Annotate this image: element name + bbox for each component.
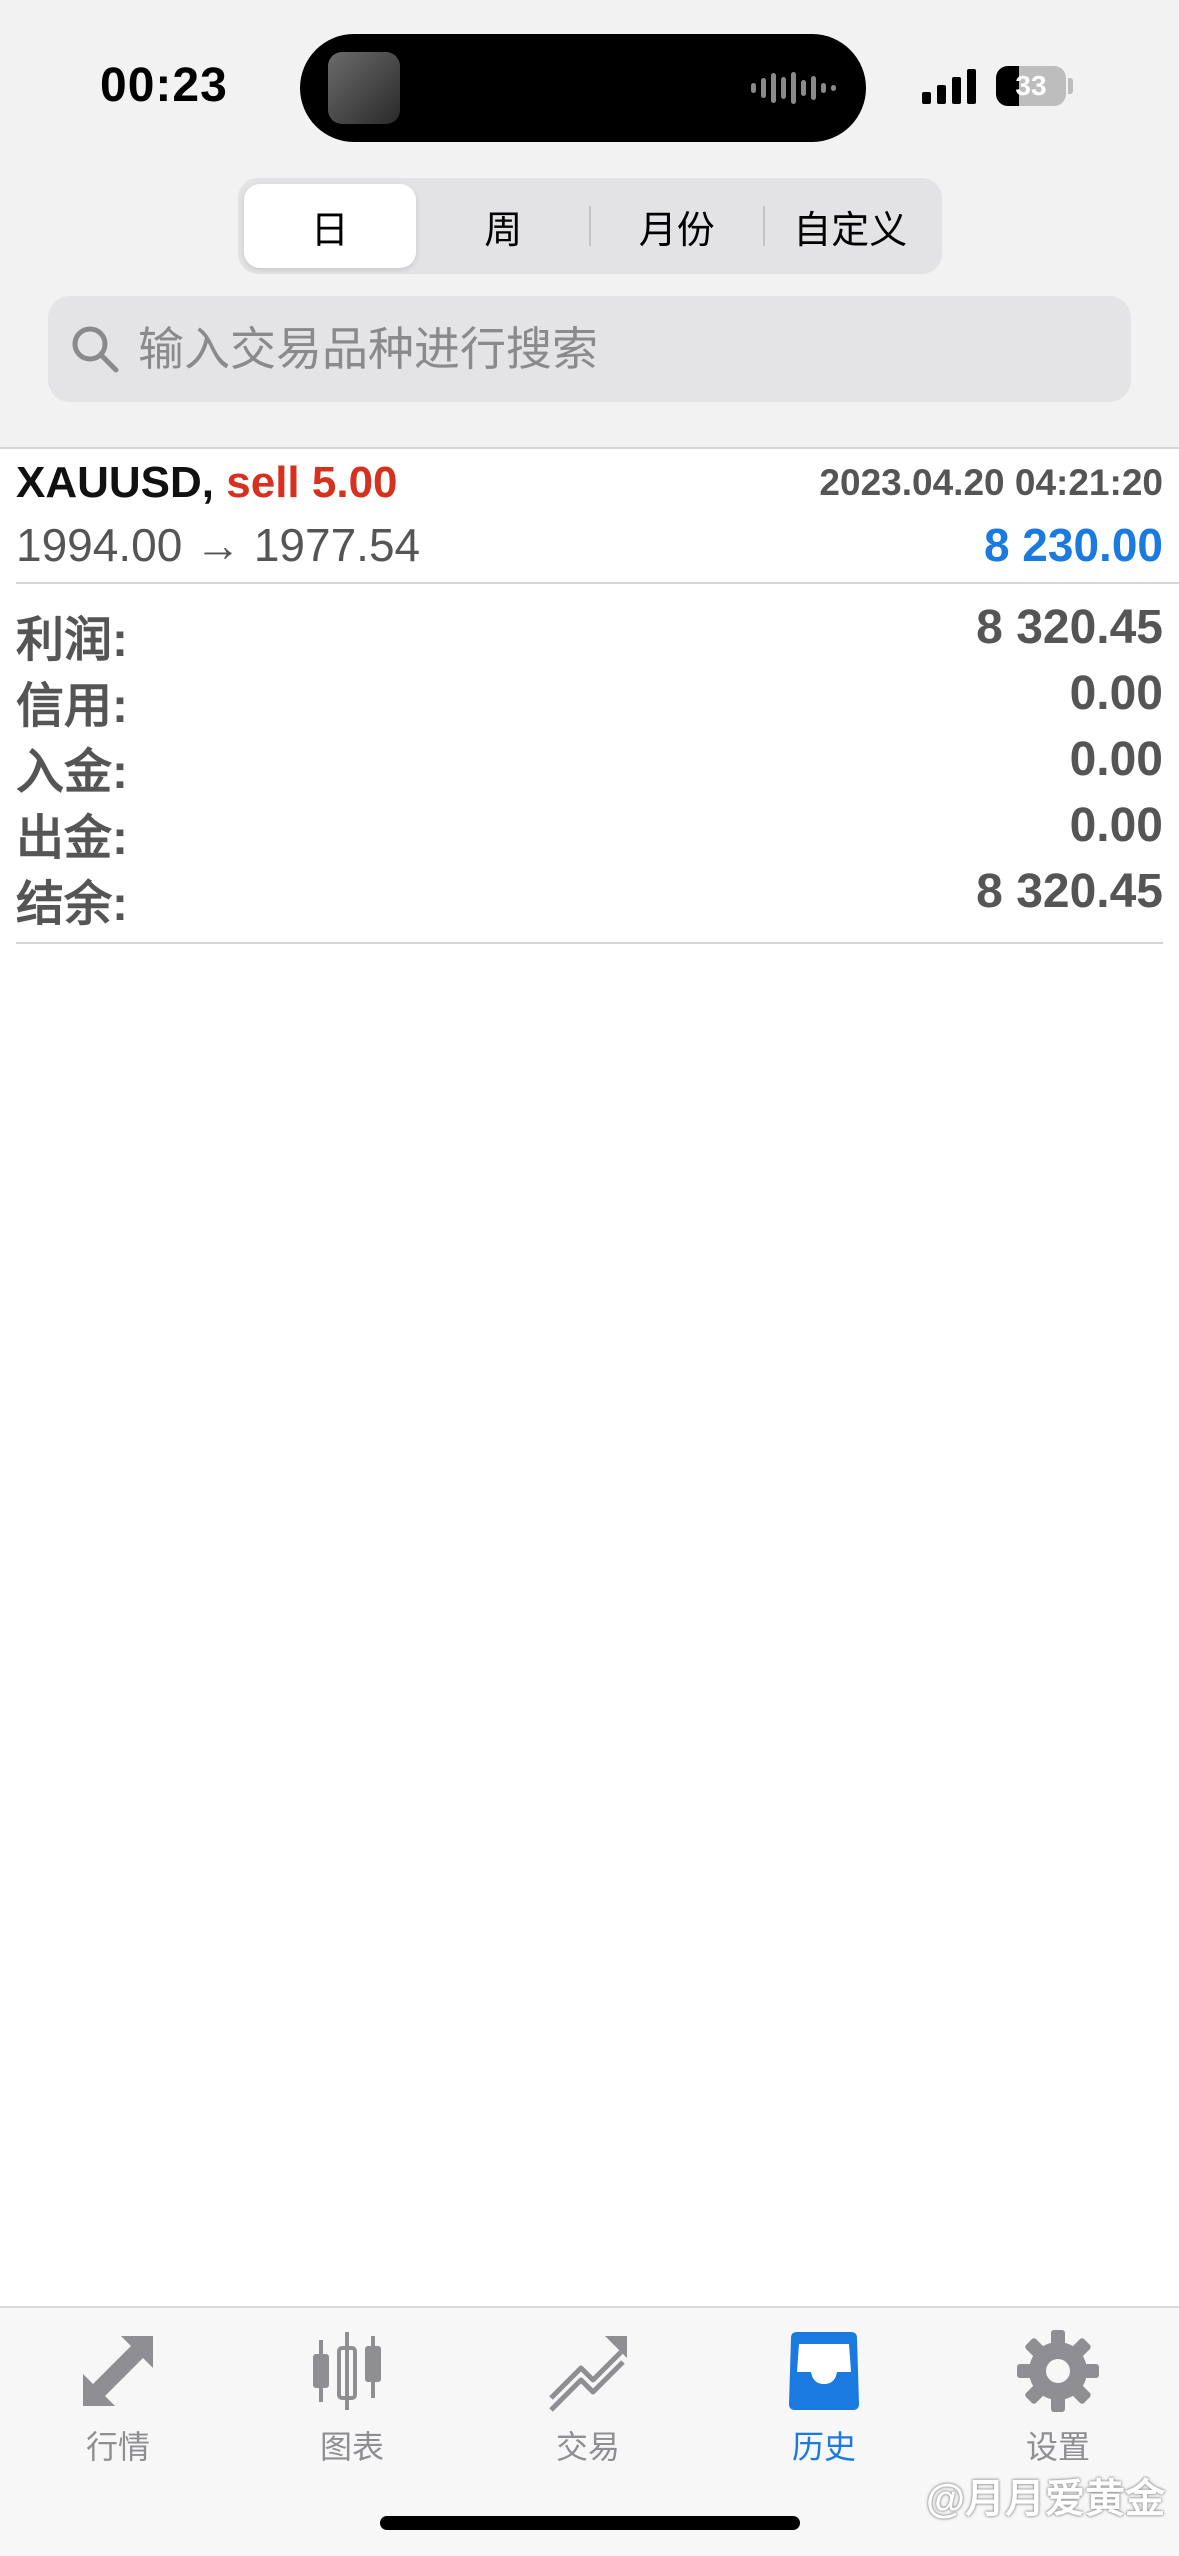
summary-label: 利润: [16,614,128,667]
search-icon [72,326,119,373]
tab-history[interactable]: 历史 [744,2326,904,2476]
summary-value: 0.00 [1069,733,1163,786]
tab-custom[interactable]: 自定义 [765,184,937,268]
quotes-arrows-icon [83,2336,153,2406]
deal-profit: 8 230.00 [983,519,1163,571]
summary-label: 入金: [16,746,128,799]
summary-value: 8 320.45 [976,601,1163,654]
summary-label: 信用: [16,680,128,733]
tab-label: 历史 [791,2429,856,2465]
search-input[interactable] [138,296,1098,402]
tab-week[interactable]: 周 [418,184,590,268]
tab-label: 图表 [319,2429,384,2465]
summary-value: 8 320.45 [976,865,1163,918]
deal-header: XAUUSD, sell 5.00 [16,458,398,508]
battery-icon: 33 [996,66,1066,106]
gear-icon [1017,2330,1099,2412]
battery-tip [1068,78,1073,94]
history-inbox-icon [789,2332,859,2410]
tab-label: 交易 [555,2429,620,2465]
battery-percent: 33 [1015,70,1047,101]
summary-row-deposit: 入金: 0.00 [16,732,1163,799]
dynamic-island[interactable] [300,34,866,142]
candlestick-chart-icon [313,2332,381,2410]
tab-quotes[interactable]: 行情 [38,2326,198,2476]
cellular-signal-icon [922,68,976,104]
divider [16,942,1163,944]
tab-label: 设置 [1025,2429,1090,2465]
divider [16,582,1179,584]
summary-value: 0.00 [1069,667,1163,720]
tab-trade[interactable]: 交易 [508,2326,668,2476]
deal-symbol: XAUUSD, [16,458,215,507]
summary-label: 结余: [16,878,128,931]
tab-month[interactable]: 月份 [591,184,763,268]
trade-trend-icon [549,2336,627,2412]
summary-row-profit: 利润: 8 320.45 [16,600,1163,667]
tab-label: 行情 [85,2429,150,2465]
now-playing-artwork [328,52,400,124]
tab-settings[interactable]: 设置 [978,2326,1138,2476]
summary-label: 出金: [16,812,128,865]
watermark: @月月爱黄金 [925,2477,1165,2521]
summary-row-credit: 信用: 0.00 [16,666,1163,733]
deal-prices: 1994.00 → 1977.54 [16,519,421,571]
tab-chart[interactable]: 图表 [272,2326,432,2476]
tab-day[interactable]: 日 [244,184,416,268]
summary-row-withdrawal: 出金: 0.00 [16,798,1163,865]
status-time: 00:23 [100,59,228,112]
search-bar [48,296,1131,402]
home-indicator[interactable] [380,2516,800,2530]
deal-side-volume: sell 5.00 [226,458,398,507]
summary-row-balance: 结余: 8 320.45 [16,864,1163,931]
audio-waveform-icon [751,72,836,104]
divider [0,447,1179,449]
deal-time: 2023.04.20 04:21:20 [819,462,1163,503]
period-segmented-control: 日 周 月份 自定义 [238,178,942,274]
summary-value: 0.00 [1069,799,1163,852]
